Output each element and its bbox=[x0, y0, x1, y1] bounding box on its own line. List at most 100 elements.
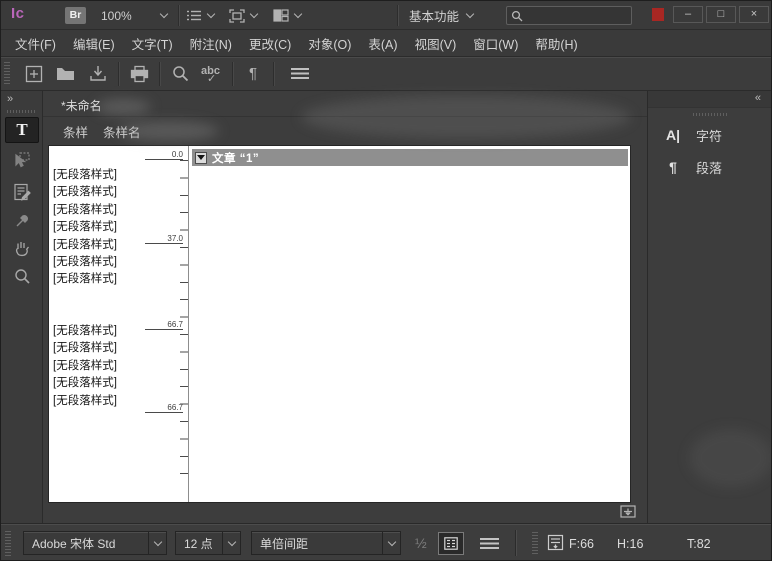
copyfit-lines-value: F:66 bbox=[569, 537, 594, 551]
paragraph-style-label[interactable]: [无段落样式] bbox=[49, 358, 169, 375]
position-tool-icon bbox=[13, 151, 31, 169]
copyfit-page-icon bbox=[547, 534, 564, 551]
red-marker bbox=[652, 8, 664, 21]
menu-item[interactable]: 更改(C) bbox=[249, 34, 291, 53]
close-button[interactable]: × bbox=[739, 6, 769, 23]
menu-item[interactable]: 表(A) bbox=[368, 34, 397, 53]
arrange-documents-dropdown[interactable] bbox=[273, 7, 301, 24]
menu-item[interactable]: 帮助(H) bbox=[535, 34, 577, 53]
zoom-level-dropdown[interactable]: 100% bbox=[95, 5, 171, 26]
paragraph-style-label[interactable]: [无段落样式] bbox=[49, 254, 169, 271]
chevron-down-icon bbox=[294, 10, 302, 18]
arrange-documents-icon bbox=[273, 9, 289, 22]
view-tab[interactable]: 条样 bbox=[63, 122, 88, 141]
chevron-down-icon bbox=[160, 10, 168, 18]
hand-tool-icon bbox=[13, 239, 31, 257]
hidden-characters-button[interactable]: ¶ bbox=[237, 62, 269, 86]
search-icon bbox=[511, 10, 523, 22]
hand-tool-button[interactable] bbox=[5, 235, 39, 261]
galley-info-toggle[interactable] bbox=[438, 532, 464, 555]
menu-item[interactable]: 窗口(W) bbox=[473, 34, 518, 53]
check-icon: ✓ bbox=[207, 72, 216, 85]
open-button[interactable] bbox=[50, 62, 82, 86]
menu-item[interactable]: 对象(O) bbox=[308, 34, 351, 53]
drag-grip-icon[interactable] bbox=[532, 532, 538, 556]
type-tool-button[interactable]: T bbox=[5, 117, 39, 143]
paragraph-style-label[interactable]: [无段落样式] bbox=[49, 202, 169, 219]
spellcheck-button[interactable]: abc ✓ bbox=[196, 62, 228, 86]
paragraph-panel-button[interactable]: ¶ 段落 bbox=[648, 153, 772, 181]
search-icon bbox=[172, 65, 189, 82]
workspace-label: 基本功能 bbox=[409, 6, 459, 25]
chevron-down-icon bbox=[466, 10, 474, 18]
zoom-tool-button[interactable] bbox=[5, 263, 39, 289]
separator bbox=[232, 62, 233, 86]
position-tool-button[interactable] bbox=[5, 147, 39, 173]
drag-grip-icon[interactable] bbox=[693, 113, 729, 116]
find-button[interactable] bbox=[164, 62, 196, 86]
menu-item[interactable]: 视图(V) bbox=[415, 34, 457, 53]
maximize-button[interactable]: □ bbox=[706, 6, 736, 23]
view-options-dropdown[interactable] bbox=[187, 7, 214, 24]
copyfit-info-button[interactable] bbox=[547, 534, 564, 556]
font-size-select[interactable]: 12 点 bbox=[175, 531, 241, 555]
story-text-area[interactable]: 文章 “1” bbox=[190, 146, 630, 502]
expand-panel-button[interactable]: » bbox=[7, 93, 13, 105]
menu-bar: 文件(F) 编辑(E) 文字(T) 附注(N) 更改(C) 对象(O) 表(A) 视图(V) 窗… bbox=[1, 30, 772, 57]
search-input[interactable] bbox=[523, 10, 627, 22]
paragraph-style-label[interactable]: [无段落样式] bbox=[49, 184, 169, 201]
new-document-icon bbox=[25, 65, 43, 83]
eyedropper-tool-button[interactable] bbox=[5, 207, 39, 233]
collapse-story-icon[interactable] bbox=[195, 152, 207, 164]
overset-icon bbox=[619, 504, 637, 519]
new-document-button[interactable] bbox=[18, 62, 50, 86]
view-tabs: 条样条样名 bbox=[43, 117, 647, 145]
character-panel-button[interactable]: A| 字符 bbox=[648, 121, 772, 149]
document-tab[interactable]: *未命名 bbox=[61, 97, 102, 114]
minimize-button[interactable]: – bbox=[673, 6, 703, 23]
view-options-icon bbox=[187, 9, 202, 22]
depth-ruler-mark: 37.0 bbox=[145, 234, 183, 244]
drag-grip-icon[interactable] bbox=[5, 531, 11, 556]
frame-mode-dropdown[interactable] bbox=[229, 7, 257, 24]
note-tool-button[interactable] bbox=[5, 179, 39, 205]
menu-item[interactable]: 编辑(E) bbox=[73, 34, 115, 53]
depth-ruler-mark: 0.0 bbox=[145, 150, 183, 160]
save-button[interactable] bbox=[82, 62, 114, 86]
character-panel-label: 字符 bbox=[696, 126, 722, 145]
story-header[interactable]: 文章 “1” bbox=[192, 149, 628, 166]
menu-item[interactable]: 附注(N) bbox=[190, 34, 232, 53]
open-folder-icon bbox=[56, 66, 76, 82]
drag-grip-icon[interactable] bbox=[4, 62, 10, 86]
separator bbox=[273, 62, 274, 86]
leading-select[interactable]: 单倍间距 bbox=[251, 531, 401, 555]
style-rows-top: [无段落样式][无段落样式][无段落样式][无段落样式][无段落样式][无段落样… bbox=[49, 167, 169, 289]
zoom-level-value: 100% bbox=[101, 9, 132, 23]
chevron-down-icon bbox=[250, 10, 258, 18]
separator bbox=[515, 530, 516, 556]
menu-item[interactable]: 文字(T) bbox=[132, 34, 173, 53]
paragraph-style-label[interactable]: [无段落样式] bbox=[49, 271, 169, 288]
paragraph-style-label[interactable]: [无段落样式] bbox=[49, 375, 169, 392]
drag-grip-icon[interactable] bbox=[7, 110, 35, 113]
overset-indicator[interactable] bbox=[619, 504, 637, 524]
paragraph-style-label[interactable]: [无段落样式] bbox=[49, 167, 169, 184]
view-tab[interactable]: 条样名 bbox=[103, 122, 141, 141]
spellcheck-icon: abc ✓ bbox=[201, 65, 223, 83]
menu-item[interactable]: 文件(F) bbox=[15, 34, 56, 53]
separator bbox=[178, 5, 179, 26]
status-menu-icon[interactable] bbox=[480, 538, 499, 549]
print-button[interactable] bbox=[123, 62, 155, 86]
paragraph-style-label[interactable]: [无段落样式] bbox=[49, 340, 169, 357]
font-family-select[interactable]: Adobe 宋体 Std bbox=[23, 531, 167, 555]
chevron-down-icon bbox=[148, 532, 166, 554]
search-box[interactable] bbox=[506, 6, 632, 25]
zoom-tool-icon bbox=[14, 268, 31, 285]
toolbar-menu-button[interactable] bbox=[284, 62, 316, 86]
collapse-panel-button[interactable]: « bbox=[755, 92, 761, 104]
leading-value: 单倍间距 bbox=[252, 535, 382, 552]
separator bbox=[159, 62, 160, 86]
workspace-switcher[interactable]: 基本功能 bbox=[409, 5, 473, 26]
bridge-button[interactable]: Br bbox=[65, 7, 86, 24]
eyedropper-tool-icon bbox=[14, 212, 31, 229]
